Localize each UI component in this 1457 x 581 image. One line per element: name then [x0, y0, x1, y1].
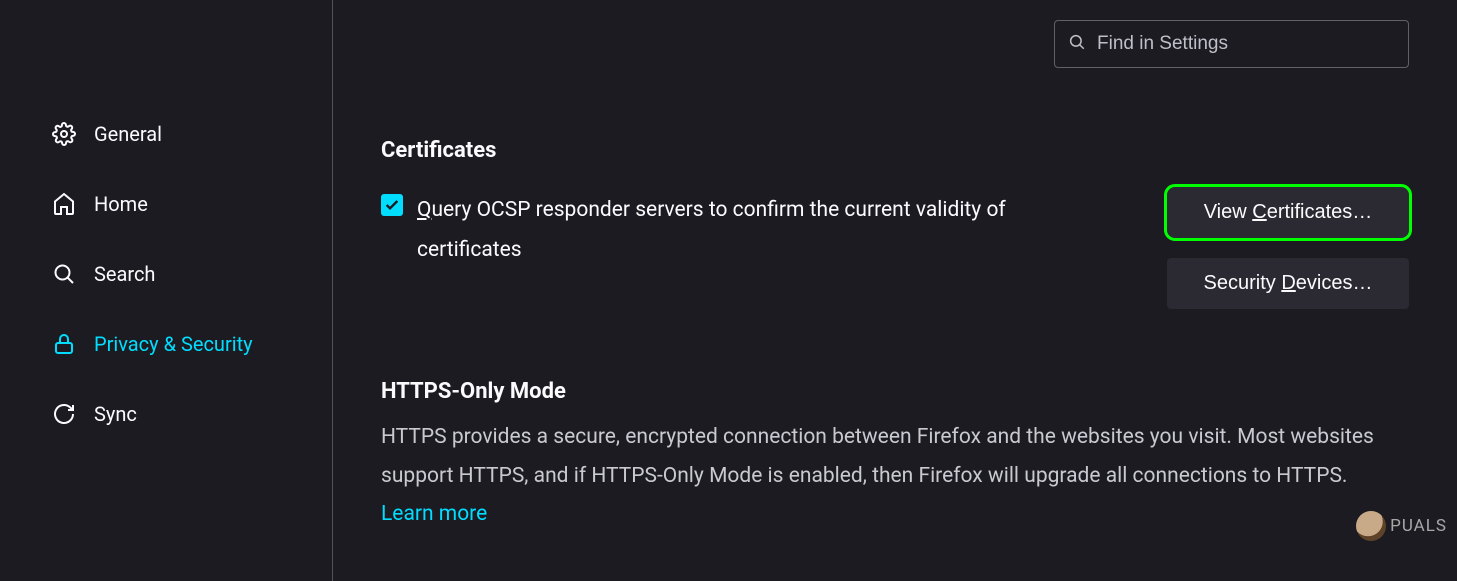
search-input[interactable] [1054, 20, 1409, 68]
watermark: PUALS [1356, 511, 1447, 541]
https-only-section: HTTPS-Only Mode HTTPS provides a secure,… [381, 379, 1409, 526]
ocsp-checkbox[interactable] [381, 194, 403, 216]
home-icon [52, 192, 76, 216]
search-wrap [381, 20, 1409, 68]
sidebar-item-label: Privacy & Security [94, 332, 253, 356]
gear-icon [52, 122, 76, 146]
sidebar: General Home Search [0, 0, 333, 581]
sync-icon [52, 402, 76, 426]
learn-more-link[interactable]: Learn more [381, 502, 487, 526]
watermark-text: PUALS [1390, 516, 1447, 536]
sidebar-item-sync[interactable]: Sync [40, 390, 332, 438]
sidebar-item-label: General [94, 122, 162, 146]
search-icon [52, 262, 76, 286]
security-devices-button[interactable]: Security Devices… [1167, 258, 1409, 309]
certificates-heading: Certificates [381, 138, 1409, 163]
main-content: Certificates Query OCSP responder server… [333, 0, 1457, 581]
watermark-face-icon [1356, 511, 1386, 541]
sidebar-item-home[interactable]: Home [40, 180, 332, 228]
search-box [1054, 20, 1409, 68]
https-only-body: HTTPS provides a secure, encrypted conne… [381, 418, 1409, 496]
sidebar-item-privacy-security[interactable]: Privacy & Security [40, 320, 332, 368]
certificates-section: Certificates Query OCSP responder server… [381, 138, 1409, 309]
sidebar-item-general[interactable]: General [40, 110, 332, 158]
ocsp-checkbox-row[interactable]: Query OCSP responder servers to confirm … [381, 191, 1151, 271]
lock-icon [52, 332, 76, 356]
https-only-heading: HTTPS-Only Mode [381, 379, 1409, 404]
sidebar-item-label: Search [94, 262, 155, 286]
view-certificates-button[interactable]: View Certificates… [1167, 187, 1409, 238]
sidebar-item-search[interactable]: Search [40, 250, 332, 298]
sidebar-item-label: Sync [94, 402, 137, 426]
sidebar-item-label: Home [94, 192, 148, 216]
ocsp-checkbox-label: Query OCSP responder servers to confirm … [417, 191, 1057, 271]
certificates-buttons: View Certificates… Security Devices… [1167, 187, 1409, 309]
